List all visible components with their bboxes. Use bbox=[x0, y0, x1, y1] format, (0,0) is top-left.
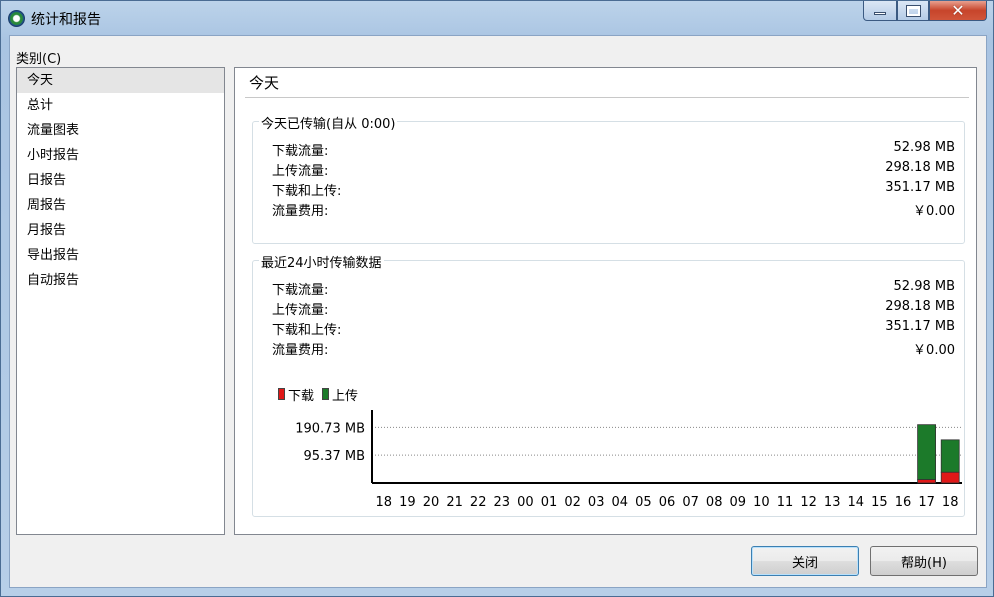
x-tick-label: 20 bbox=[423, 495, 440, 510]
close-window-button[interactable]: ✕ bbox=[929, 1, 987, 21]
minimize-icon bbox=[874, 12, 886, 15]
category-item[interactable]: 总计 bbox=[17, 93, 224, 118]
maximize-button[interactable] bbox=[897, 1, 929, 21]
content-panel: 今天 今天已传输(自从 0:00) 下载流量: 52.98 MB 上传流量: 298.… bbox=[234, 67, 977, 535]
app-icon bbox=[8, 10, 25, 27]
dialog-client-area: 类别(C) 今天 总计 流量图表 小时报告 日报告 周报告 月报告 导出报告 自动报告 今天 今… bbox=[9, 35, 987, 588]
category-item[interactable]: 自动报告 bbox=[17, 268, 224, 293]
category-item[interactable]: 导出报告 bbox=[17, 243, 224, 268]
category-item[interactable]: 月报告 bbox=[17, 218, 224, 243]
x-tick-label: 14 bbox=[848, 495, 865, 510]
x-tick-label: 12 bbox=[800, 495, 817, 510]
download-bar bbox=[917, 479, 936, 484]
close-icon: ✕ bbox=[951, 1, 965, 20]
x-tick-label: 23 bbox=[494, 495, 511, 510]
x-tick-label: 09 bbox=[730, 495, 747, 510]
x-tick-label: 17 bbox=[918, 495, 935, 510]
x-tick-label: 19 bbox=[399, 495, 416, 510]
x-tick-label: 03 bbox=[588, 495, 605, 510]
x-tick-label: 21 bbox=[446, 495, 463, 510]
window-title: 统计和报告 bbox=[31, 12, 101, 28]
x-tick-label: 07 bbox=[682, 495, 699, 510]
title-bar[interactable]: 统计和报告 ✕ bbox=[1, 1, 993, 35]
x-tick-label: 06 bbox=[659, 495, 676, 510]
category-item[interactable]: 小时报告 bbox=[17, 143, 224, 168]
category-label: 类别(C) bbox=[16, 52, 62, 67]
x-tick-label: 22 bbox=[470, 495, 487, 510]
x-tick-label: 13 bbox=[824, 495, 841, 510]
y-tick-label: 190.73 MB bbox=[295, 421, 365, 436]
maximize-icon bbox=[905, 4, 921, 17]
x-tick-label: 16 bbox=[895, 495, 912, 510]
category-list[interactable]: 今天 总计 流量图表 小时报告 日报告 周报告 月报告 导出报告 自动报告 bbox=[16, 67, 225, 535]
close-button[interactable]: 关闭 bbox=[751, 546, 859, 576]
x-tick-label: 11 bbox=[777, 495, 794, 510]
x-tick-label: 01 bbox=[541, 495, 558, 510]
category-item[interactable]: 流量图表 bbox=[17, 118, 224, 143]
x-tick-label: 02 bbox=[564, 495, 581, 510]
x-tick-label: 18 bbox=[376, 495, 393, 510]
statistics-window: 统计和报告 ✕ 类别(C) 今天 总计 流量图表 小时报告 日报告 周报告 月报告 导出报告自… bbox=[0, 0, 994, 597]
x-tick-label: 10 bbox=[753, 495, 770, 510]
x-tick-label: 15 bbox=[871, 495, 888, 510]
upload-bar bbox=[940, 439, 960, 473]
minimize-button[interactable] bbox=[863, 1, 897, 21]
x-tick-label: 18 bbox=[942, 495, 959, 510]
x-tick-label: 04 bbox=[612, 495, 629, 510]
category-item[interactable]: 日报告 bbox=[17, 168, 224, 193]
category-item[interactable]: 今天 bbox=[17, 68, 224, 93]
x-tick-label: 00 bbox=[517, 495, 534, 510]
category-item[interactable]: 周报告 bbox=[17, 193, 224, 218]
x-tick-label: 08 bbox=[706, 495, 723, 510]
y-tick-label: 95.37 MB bbox=[304, 449, 365, 464]
help-button[interactable]: 帮助(H) bbox=[870, 546, 978, 576]
x-tick-label: 05 bbox=[635, 495, 652, 510]
download-bar bbox=[940, 471, 960, 484]
traffic-bar-chart: 190.73 MB 95.37 MB 18 19 20 21 22 23 00 01 02 03 04 0… bbox=[295, 410, 962, 510]
upload-bar bbox=[917, 424, 936, 480]
